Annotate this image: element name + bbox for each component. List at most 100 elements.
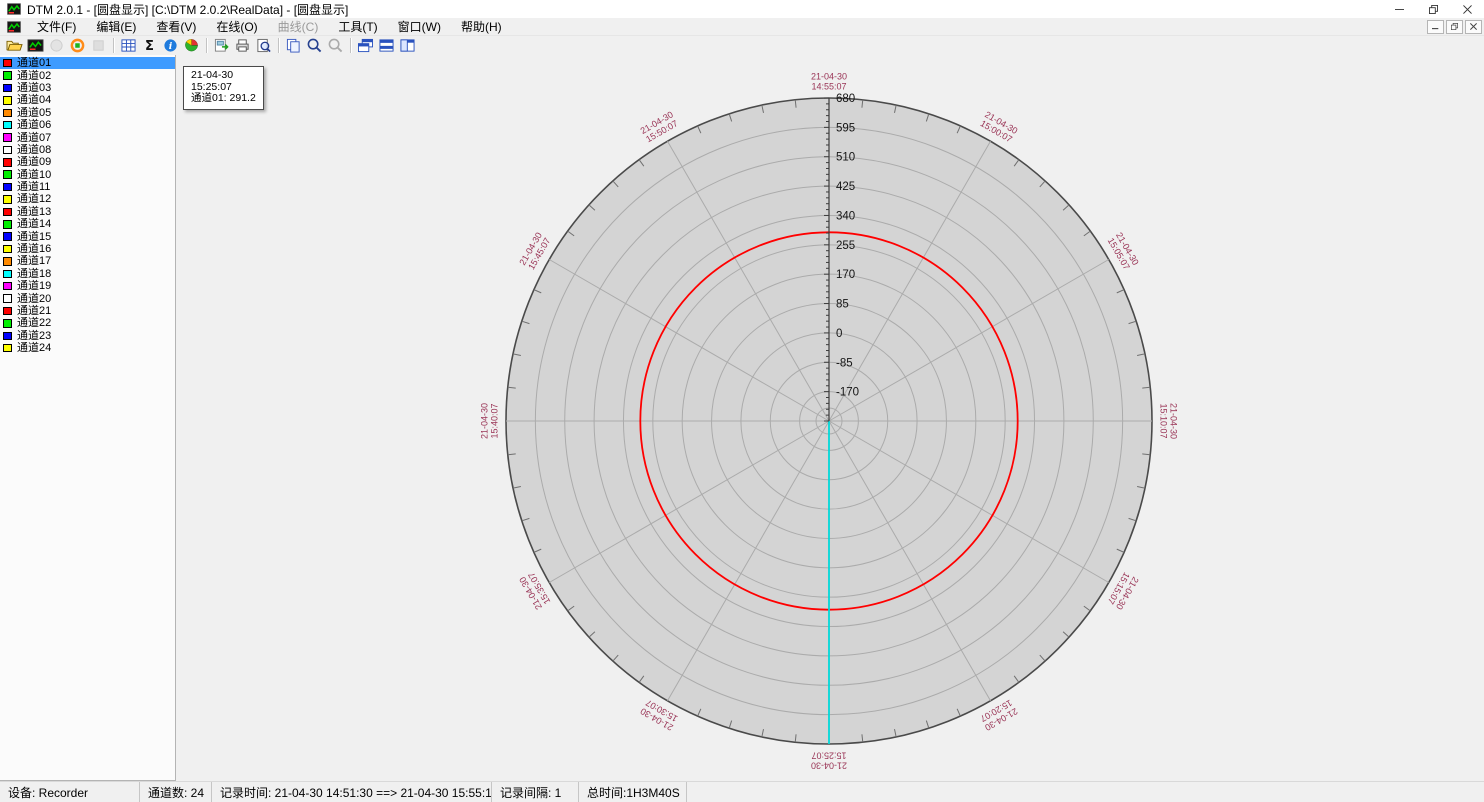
pie-chart-button[interactable] bbox=[181, 37, 201, 55]
channel-list-item-13[interactable]: 通道13 bbox=[0, 206, 175, 218]
polar-chart[interactable]: 680595510425340255170850-85-17021-04-301… bbox=[176, 55, 1483, 781]
channel-list-item-5[interactable]: 通道05 bbox=[0, 107, 175, 119]
minimize-button[interactable] bbox=[1382, 0, 1416, 18]
mdi-close-button[interactable] bbox=[1465, 20, 1482, 34]
menu-item-1[interactable]: 文件(F) bbox=[27, 17, 86, 36]
axis-value-label: -85 bbox=[836, 357, 853, 369]
menu-item-7[interactable]: 窗口(W) bbox=[388, 17, 451, 36]
menu-bar: 文件(F)编辑(E)查看(V)在线(O)曲线(C)工具(T)窗口(W)帮助(H) bbox=[0, 18, 1484, 35]
channel-color-swatch bbox=[3, 245, 12, 254]
channel-color-swatch bbox=[3, 96, 12, 105]
channel-list-item-16[interactable]: 通道16 bbox=[0, 243, 175, 255]
menu-item-3[interactable]: 查看(V) bbox=[146, 17, 206, 36]
sigma-button[interactable]: Σ bbox=[139, 37, 159, 55]
channel-label: 通道05 bbox=[17, 107, 51, 119]
data-curve-button[interactable] bbox=[25, 37, 45, 55]
channel-list-item-7[interactable]: 通道07 bbox=[0, 131, 175, 143]
tile-vertical-button[interactable] bbox=[397, 37, 417, 55]
channel-list-item-22[interactable]: 通道22 bbox=[0, 317, 175, 329]
channel-color-swatch bbox=[3, 133, 12, 142]
menu-item-8[interactable]: 帮助(H) bbox=[451, 17, 512, 36]
tooltip-date: 21-04-30 bbox=[191, 70, 256, 82]
channel-color-swatch bbox=[3, 183, 12, 192]
print-button[interactable] bbox=[232, 37, 252, 55]
channel-list-panel[interactable]: 通道01通道02通道03通道04通道05通道06通道07通道08通道09通道10… bbox=[0, 55, 176, 781]
channel-list-item-6[interactable]: 通道06 bbox=[0, 119, 175, 131]
print-preview-button[interactable] bbox=[253, 37, 273, 55]
channel-label: 通道11 bbox=[17, 181, 50, 193]
channel-color-swatch bbox=[3, 307, 12, 316]
channel-label: 通道07 bbox=[17, 132, 51, 144]
print-icon bbox=[234, 38, 251, 53]
menu-item-6[interactable]: 工具(T) bbox=[328, 17, 387, 36]
menu-items: 文件(F)编辑(E)查看(V)在线(O)曲线(C)工具(T)窗口(W)帮助(H) bbox=[27, 17, 512, 36]
channel-color-swatch bbox=[3, 109, 12, 118]
axis-value-label: 255 bbox=[836, 240, 855, 252]
channel-list-item-11[interactable]: 通道11 bbox=[0, 181, 175, 193]
mdi-child-icon[interactable] bbox=[7, 21, 21, 33]
axis-value-label: 85 bbox=[836, 299, 849, 311]
cascade-windows-icon bbox=[357, 38, 374, 53]
toolbar-separator bbox=[206, 38, 207, 53]
channel-color-swatch bbox=[3, 170, 12, 179]
menu-item-2[interactable]: 编辑(E) bbox=[86, 17, 146, 36]
channel-color-swatch bbox=[3, 121, 12, 130]
window-title: DTM 2.0.1 - [圆盘显示] [C:\DTM 2.0.2\RealDat… bbox=[27, 1, 348, 18]
status-field-5: 总时间:1H3M40S bbox=[579, 782, 687, 802]
channel-list-item-14[interactable]: 通道14 bbox=[0, 218, 175, 230]
data-table-button[interactable] bbox=[118, 37, 138, 55]
channel-list-item-8[interactable]: 通道08 bbox=[0, 144, 175, 156]
channel-label: 通道13 bbox=[17, 206, 51, 218]
tile-horizontal-button[interactable] bbox=[376, 37, 396, 55]
close-button[interactable] bbox=[1450, 0, 1484, 18]
channel-list-item-2[interactable]: 通道02 bbox=[0, 69, 175, 81]
title-bar: DTM 2.0.1 - [圆盘显示] [C:\DTM 2.0.2\RealDat… bbox=[0, 0, 1484, 18]
channel-list-item-3[interactable]: 通道03 bbox=[0, 82, 175, 94]
mdi-minimize-button[interactable] bbox=[1427, 20, 1444, 34]
status-field-empty bbox=[687, 782, 1484, 802]
channel-list-item-19[interactable]: 通道19 bbox=[0, 280, 175, 292]
axis-value-label: 170 bbox=[836, 269, 855, 281]
channel-list-item-12[interactable]: 通道12 bbox=[0, 193, 175, 205]
axis-value-label: 340 bbox=[836, 210, 855, 222]
value-tooltip: 21-04-30 15:25:07 通道01: 291.2 bbox=[183, 66, 264, 110]
info-button[interactable]: i bbox=[160, 37, 180, 55]
axis-value-label: 425 bbox=[836, 181, 855, 193]
time-label: 21-04-3015:40:07 bbox=[480, 403, 500, 439]
channel-color-swatch bbox=[3, 158, 12, 167]
zoom-in-button[interactable] bbox=[304, 37, 324, 55]
channel-list-item-18[interactable]: 通道18 bbox=[0, 268, 175, 280]
export-image-button[interactable] bbox=[211, 37, 231, 55]
svg-text:i: i bbox=[168, 41, 172, 52]
time-label-date: 21-04-30 bbox=[1169, 403, 1179, 439]
zoom-out-icon bbox=[327, 38, 344, 53]
channel-list-item-23[interactable]: 通道23 bbox=[0, 330, 175, 342]
main-area: 通道01通道02通道03通道04通道05通道06通道07通道08通道09通道10… bbox=[0, 55, 1484, 781]
channel-list-item-1[interactable]: 通道01 bbox=[0, 57, 175, 69]
mdi-restore-button[interactable] bbox=[1446, 20, 1463, 34]
channel-label: 通道08 bbox=[17, 144, 51, 156]
channel-list-item-4[interactable]: 通道04 bbox=[0, 94, 175, 106]
channel-list-item-24[interactable]: 通道24 bbox=[0, 342, 175, 354]
menu-item-4[interactable]: 在线(O) bbox=[206, 17, 267, 36]
tile-vertical-icon bbox=[399, 38, 416, 53]
channel-list-item-10[interactable]: 通道10 bbox=[0, 169, 175, 181]
svg-text:Σ: Σ bbox=[145, 39, 154, 53]
time-label-date: 21-04-30 bbox=[811, 761, 847, 771]
channel-list-item-17[interactable]: 通道17 bbox=[0, 255, 175, 267]
restore-button[interactable] bbox=[1416, 0, 1450, 18]
channel-label: 通道10 bbox=[17, 169, 51, 181]
record-button[interactable] bbox=[67, 37, 87, 55]
mdi-close-icon bbox=[1470, 23, 1477, 30]
copy-button[interactable] bbox=[283, 37, 303, 55]
open-folder-button[interactable] bbox=[4, 37, 24, 55]
mdi-minimize-icon bbox=[1432, 23, 1439, 30]
channel-list-item-20[interactable]: 通道20 bbox=[0, 292, 175, 304]
channel-label: 通道23 bbox=[17, 330, 51, 342]
channel-list-item-21[interactable]: 通道21 bbox=[0, 305, 175, 317]
tile-horizontal-icon bbox=[378, 38, 395, 53]
cascade-windows-button[interactable] bbox=[355, 37, 375, 55]
channel-list-item-15[interactable]: 通道15 bbox=[0, 230, 175, 242]
channel-list-item-9[interactable]: 通道09 bbox=[0, 156, 175, 168]
menu-item-5: 曲线(C) bbox=[268, 17, 329, 36]
